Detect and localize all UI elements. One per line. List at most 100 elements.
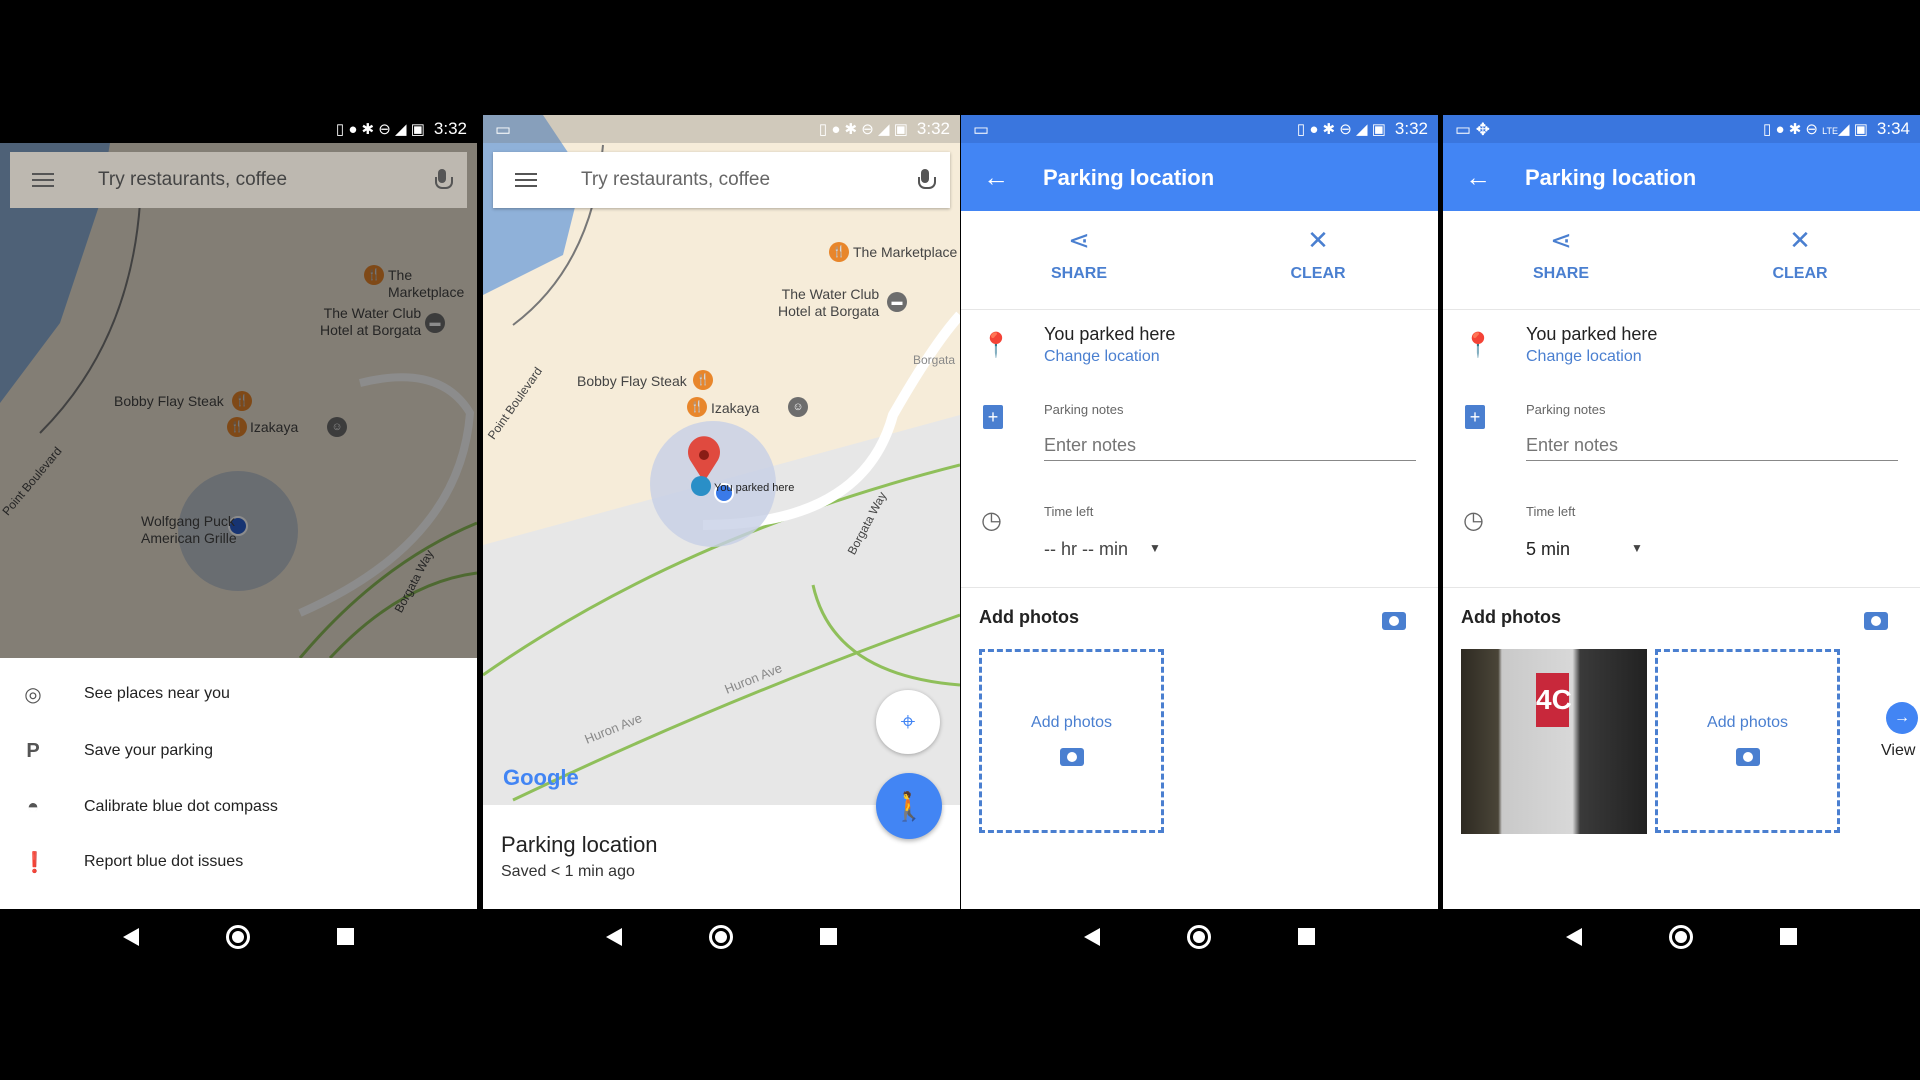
walking-directions-fab[interactable]: 🚶 xyxy=(876,773,942,839)
status-bar: ▭ ▯ ● ✱ ⊖ ◢ ▣ 3:32 xyxy=(961,115,1438,143)
theater-icon: ☺ xyxy=(788,397,808,417)
place-label: The Water Club Hotel at Borgata xyxy=(778,286,879,320)
page-title: Parking location xyxy=(1043,165,1215,190)
home-icon[interactable] xyxy=(1668,924,1693,949)
mic-icon[interactable] xyxy=(435,169,453,191)
notes-input[interactable] xyxy=(1044,435,1416,461)
restaurant-icon: 🍴 xyxy=(829,242,849,262)
target-icon: ◎ xyxy=(24,683,42,706)
home-icon[interactable] xyxy=(708,924,733,949)
parking-photo-thumbnail[interactable]: 4C xyxy=(1461,649,1647,834)
back-icon[interactable] xyxy=(606,927,623,946)
home-icon[interactable] xyxy=(1186,924,1211,949)
place-label: Bobby Flay Steak xyxy=(577,373,687,389)
time-left-select[interactable]: 5 min ▼ xyxy=(1526,539,1646,560)
search-placeholder[interactable]: Try restaurants, coffee xyxy=(581,169,918,191)
home-icon[interactable] xyxy=(225,924,250,949)
add-photos-box[interactable]: Add photos xyxy=(979,649,1164,833)
back-icon[interactable] xyxy=(1084,927,1101,946)
status-bar: ▭ ✥ ▯ ● ✱ ⊖ LTE◢ ▣ 3:34 xyxy=(1443,115,1920,143)
menu-item-label: Report blue dot issues xyxy=(84,853,244,870)
mic-icon[interactable] xyxy=(918,169,936,191)
restaurant-icon: 🍴 xyxy=(693,370,713,390)
clock: 3:34 xyxy=(1876,119,1910,138)
clock: 3:32 xyxy=(916,119,950,138)
back-arrow-icon[interactable]: ← xyxy=(1465,162,1491,193)
add-photos-box-label: Add photos xyxy=(1707,714,1788,731)
add-photos-box[interactable]: Add photos xyxy=(1655,649,1840,833)
dropdown-caret-icon: ▼ xyxy=(1149,541,1161,555)
add-photos-box-label: Add photos xyxy=(1031,714,1112,731)
nav-bar xyxy=(0,909,477,964)
status-bar: ▭ ▯ ● ✱ ⊖ ◢ ▣ 3:32 xyxy=(483,115,960,143)
my-location-button[interactable]: ⌖ xyxy=(876,690,940,754)
time-left-value: 5 min xyxy=(1526,539,1571,559)
recents-icon[interactable] xyxy=(336,928,354,945)
parked-marker-label: You parked here xyxy=(714,482,795,494)
share-button[interactable]: ⋖ SHARE xyxy=(1019,225,1139,283)
add-photos-heading: Add photos xyxy=(1461,607,1561,627)
time-left-select[interactable]: -- hr -- min ▼ xyxy=(1044,539,1164,560)
sheet-title[interactable]: Parking location xyxy=(501,832,658,858)
panel-menu: ▯ ● ✱ ⊖ ◢ ▣ 3:32 🍴 The Marketplace The W… xyxy=(0,115,477,964)
time-left-value: -- hr -- min xyxy=(1044,539,1128,559)
clock: 3:32 xyxy=(433,119,467,138)
divider xyxy=(1443,587,1920,588)
menu-icon[interactable] xyxy=(515,173,537,187)
page-title: Parking location xyxy=(1525,165,1697,190)
map[interactable]: You parked here 🍴 The Marketplace The Wa… xyxy=(483,115,960,805)
gallery-icon: ▭ xyxy=(973,120,990,139)
map[interactable]: 🍴 The Marketplace The Water Club Hotel at… xyxy=(0,143,477,658)
back-icon[interactable] xyxy=(123,927,140,946)
back-icon[interactable] xyxy=(1566,927,1583,946)
view-all-button[interactable]: → View a xyxy=(1881,702,1920,760)
clear-button[interactable]: ✕ CLEAR xyxy=(1258,225,1378,283)
clear-label: CLEAR xyxy=(1290,265,1346,282)
clock: 3:32 xyxy=(1394,119,1428,138)
notes-label: Parking notes xyxy=(1526,402,1606,417)
change-location-link[interactable]: Change location xyxy=(1044,348,1160,366)
recents-icon[interactable] xyxy=(819,928,837,945)
notes-input[interactable] xyxy=(1526,435,1898,461)
nav-bar xyxy=(961,909,1438,964)
close-icon: ✕ xyxy=(1789,225,1811,255)
change-location-link[interactable]: Change location xyxy=(1526,348,1642,366)
compass-icon: ◓ xyxy=(26,795,40,818)
share-button[interactable]: ⋖ SHARE xyxy=(1501,225,1621,283)
place-line: The Water Club xyxy=(781,286,880,302)
hotel-icon: ▬ xyxy=(887,292,907,312)
clear-button[interactable]: ✕ CLEAR xyxy=(1740,225,1860,283)
menu-item-report[interactable]: ❗ Report blue dot issues xyxy=(0,842,477,882)
search-placeholder[interactable]: Try restaurants, coffee xyxy=(98,169,435,191)
menu-icon[interactable] xyxy=(32,173,54,187)
close-icon: ✕ xyxy=(1307,225,1329,255)
parking-marker-icon xyxy=(691,476,711,496)
menu-item-label: See places near you xyxy=(84,685,230,702)
share-label: SHARE xyxy=(1050,265,1107,282)
back-arrow-icon[interactable]: ← xyxy=(983,162,1009,193)
walking-icon: 🚶 xyxy=(891,790,927,822)
dropdown-caret-icon: ▼ xyxy=(1631,541,1643,555)
time-left-label: Time left xyxy=(1044,504,1094,519)
feedback-icon: ❗ xyxy=(22,851,47,874)
camera-plus-icon xyxy=(1735,748,1760,766)
search-bar[interactable]: Try restaurants, coffee xyxy=(493,152,950,208)
recents-icon[interactable] xyxy=(1779,928,1797,945)
panel-parking-details-photo: ▭ ✥ ▯ ● ✱ ⊖ LTE◢ ▣ 3:34 ← Parking location… xyxy=(1443,115,1920,964)
app-bar: ▭ ▯ ● ✱ ⊖ ◢ ▣ 3:32 ← Parking location xyxy=(961,115,1438,211)
status-bar: ▯ ● ✱ ⊖ ◢ ▣ 3:32 xyxy=(0,115,477,143)
menu-item-calibrate[interactable]: ◓ Calibrate blue dot compass xyxy=(0,787,477,827)
add-photo-camera-icon[interactable] xyxy=(1864,612,1888,630)
notes-label: Parking notes xyxy=(1044,402,1124,417)
divider xyxy=(961,309,1438,310)
menu-item-save-parking[interactable]: P Save your parking xyxy=(0,731,477,771)
add-photo-camera-icon[interactable] xyxy=(1382,612,1406,630)
menu-item-places-near[interactable]: ◎ See places near you xyxy=(0,674,477,714)
place-line: Hotel at Borgata xyxy=(778,303,880,319)
place-label: The Marketplace xyxy=(853,244,958,260)
scrim[interactable] xyxy=(0,143,477,658)
time-left-label: Time left xyxy=(1526,504,1576,519)
search-bar[interactable]: Try restaurants, coffee xyxy=(10,152,467,208)
status-icons: ▯ ● ✱ ⊖ ◢ ▣ xyxy=(335,121,425,138)
recents-icon[interactable] xyxy=(1297,928,1315,945)
